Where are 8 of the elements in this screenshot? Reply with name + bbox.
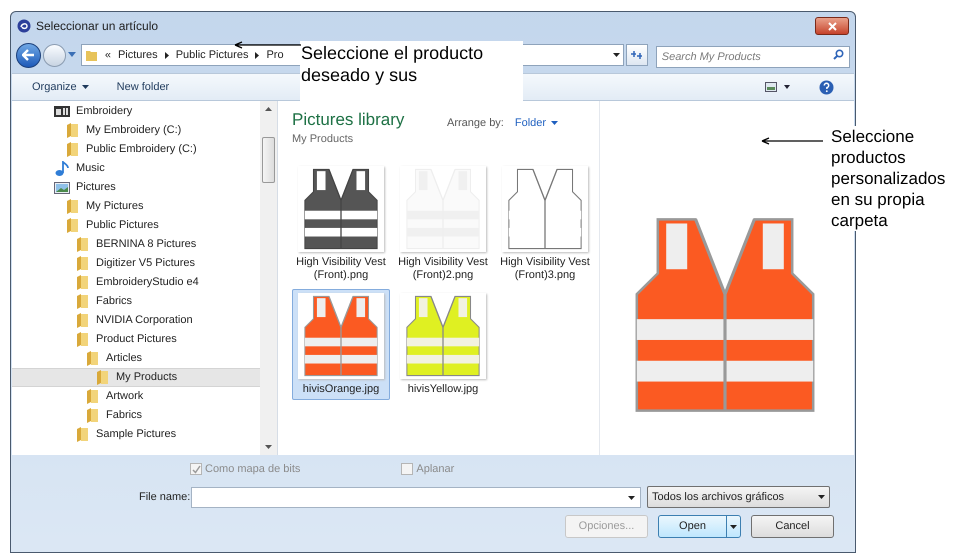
file-name-label: File name: [139, 490, 191, 505]
checkbox-label: Aplanar [416, 462, 454, 477]
library-title: Pictures library [292, 109, 406, 131]
library-subtitle: My Products [292, 132, 354, 147]
callout-text: Seleccione el producto deseado y sus [300, 41, 523, 101]
arrange-by-label: Arrange by: [447, 116, 504, 131]
checkbox-label: Como mapa de bits [205, 462, 300, 477]
window-title: Seleccionar un artículo [36, 18, 158, 35]
